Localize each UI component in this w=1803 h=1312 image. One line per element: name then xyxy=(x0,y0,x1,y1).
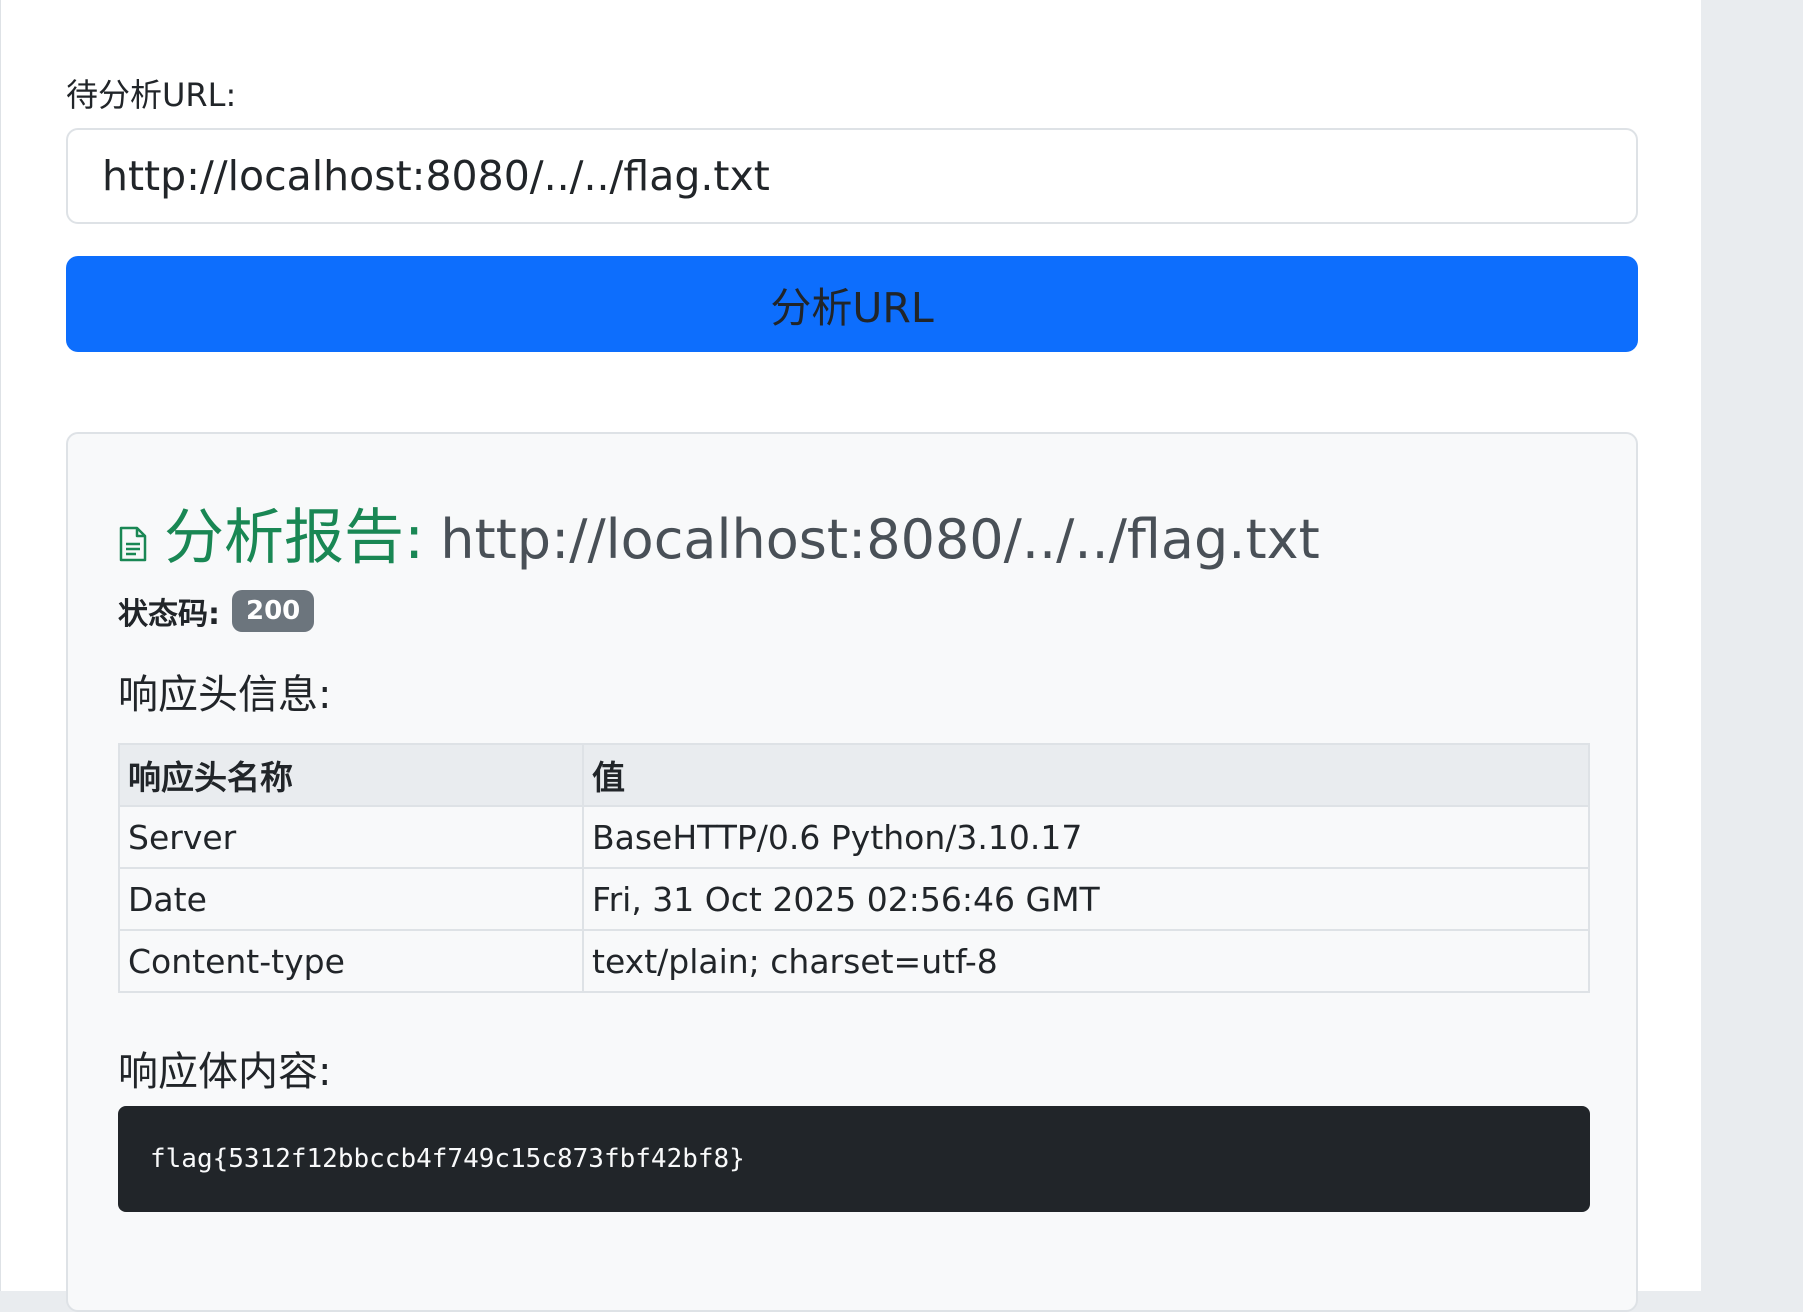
analyze-url-button[interactable]: 分析URL xyxy=(66,256,1638,352)
column-header-value: 值 xyxy=(582,743,1590,807)
header-value-cell: Fri, 31 Oct 2025 02:56:46 GMT xyxy=(582,867,1590,931)
report-title-prefix: 分析报告: xyxy=(164,503,425,573)
status-badge: 200 xyxy=(232,590,315,632)
table-row: Date Fri, 31 Oct 2025 02:56:46 GMT xyxy=(118,867,1590,931)
url-label: 待分析URL: xyxy=(66,76,237,114)
report-title: 分析报告: http://localhost:8080/../../flag.t… xyxy=(118,489,1320,576)
table-row: Content-type text/plain; charset=utf-8 xyxy=(118,929,1590,993)
table-header-row: 响应头名称 值 xyxy=(118,743,1590,807)
header-name-cell: Server xyxy=(118,805,584,869)
headers-table: 响应头名称 值 Server BaseHTTP/0.6 Python/3.10.… xyxy=(118,743,1590,993)
column-header-name: 响应头名称 xyxy=(118,743,584,807)
report-card: 分析报告: http://localhost:8080/../../flag.t… xyxy=(66,432,1638,1312)
status-code-label: 状态码: xyxy=(118,597,220,632)
header-value-cell: text/plain; charset=utf-8 xyxy=(582,929,1590,993)
headers-heading: 响应头信息: xyxy=(118,672,332,718)
document-icon xyxy=(118,526,148,562)
response-body-code: flag{5312f12bbccb4f749c15c873fbf42bf8} xyxy=(118,1106,1590,1212)
report-title-url: http://localhost:8080/../../flag.txt xyxy=(440,508,1320,571)
page-container: 待分析URL: 分析URL 分析报告: http://localhost:808… xyxy=(0,0,1701,1312)
table-row: Server BaseHTTP/0.6 Python/3.10.17 xyxy=(118,805,1590,869)
right-gutter xyxy=(1701,0,1803,1291)
url-input[interactable] xyxy=(66,128,1638,224)
header-name-cell: Content-type xyxy=(118,929,584,993)
body-heading: 响应体内容: xyxy=(118,1049,332,1095)
header-value-cell: BaseHTTP/0.6 Python/3.10.17 xyxy=(582,805,1590,869)
header-name-cell: Date xyxy=(118,867,584,931)
status-row: 状态码: 200 xyxy=(118,589,315,633)
